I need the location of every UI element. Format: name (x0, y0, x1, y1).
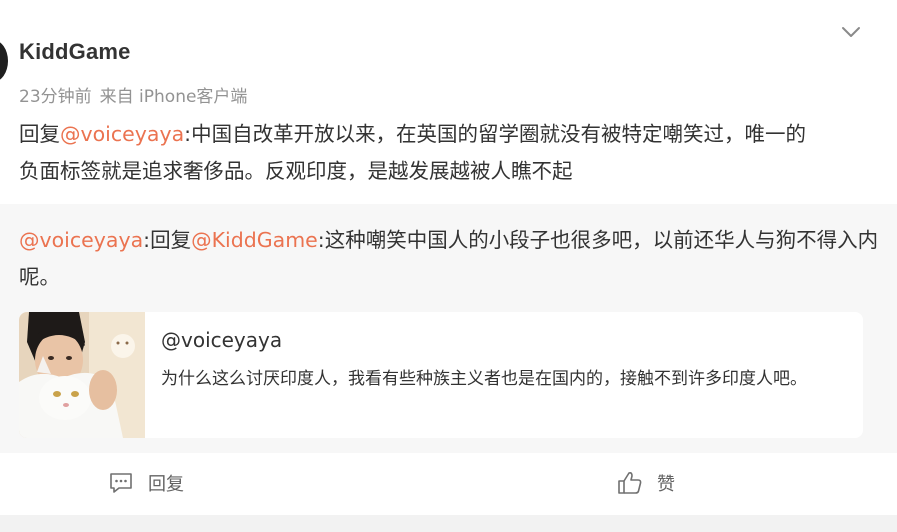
quote-thumbnail (19, 312, 145, 438)
reply-prefix: 回复 (19, 122, 60, 146)
repost-author-mention[interactable]: @voiceyaya (19, 228, 143, 252)
mention-link[interactable]: @voiceyaya (60, 122, 184, 146)
reply-label: 回复 (148, 474, 184, 495)
thumbs-up-icon (618, 472, 642, 494)
comment-icon (110, 473, 132, 493)
repost-content: @voiceyaya:回复@KiddGame:这种嘲笑中国人的小段子也很多吧，以… (19, 222, 879, 296)
repost-block[interactable]: @voiceyaya:回复@KiddGame:这种嘲笑中国人的小段子也很多吧，以… (0, 204, 897, 453)
card-separator (0, 515, 897, 532)
repost-reply-prefix: 回复 (150, 228, 192, 252)
quote-username[interactable]: @voiceyaya (161, 328, 282, 352)
quote-text: 为什么这么讨厌印度人，我看有些种族主义者也是在国内的，接触不到许多印度人吧。 (161, 369, 807, 389)
post-source: 来自 iPhone客户端 (99, 87, 248, 107)
repost-target-mention[interactable]: @KiddGame (191, 228, 318, 252)
avatar[interactable] (0, 40, 8, 82)
weibo-post-card: KiddGame 23分钟前 来自 iPhone客户端 回复@voiceyaya… (0, 0, 897, 532)
post-time[interactable]: 23分钟前 (19, 82, 92, 107)
chevron-down-icon (842, 27, 860, 37)
post-meta: 23分钟前 来自 iPhone客户端 (19, 82, 247, 107)
collapse-button[interactable] (839, 20, 863, 44)
post-content: 回复@voiceyaya:中国自改革开放以来，在英国的留学圈就没有被特定嘲笑过，… (19, 116, 809, 190)
action-bar: 回复 赞 (0, 453, 897, 515)
quote-card[interactable]: @voiceyaya 为什么这么讨厌印度人，我看有些种族主义者也是在国内的，接触… (19, 312, 863, 438)
reply-button[interactable]: 回复 (108, 470, 184, 496)
like-label: 赞 (657, 474, 675, 495)
author-name[interactable]: KiddGame (19, 39, 131, 65)
like-button[interactable]: 赞 (617, 470, 675, 496)
